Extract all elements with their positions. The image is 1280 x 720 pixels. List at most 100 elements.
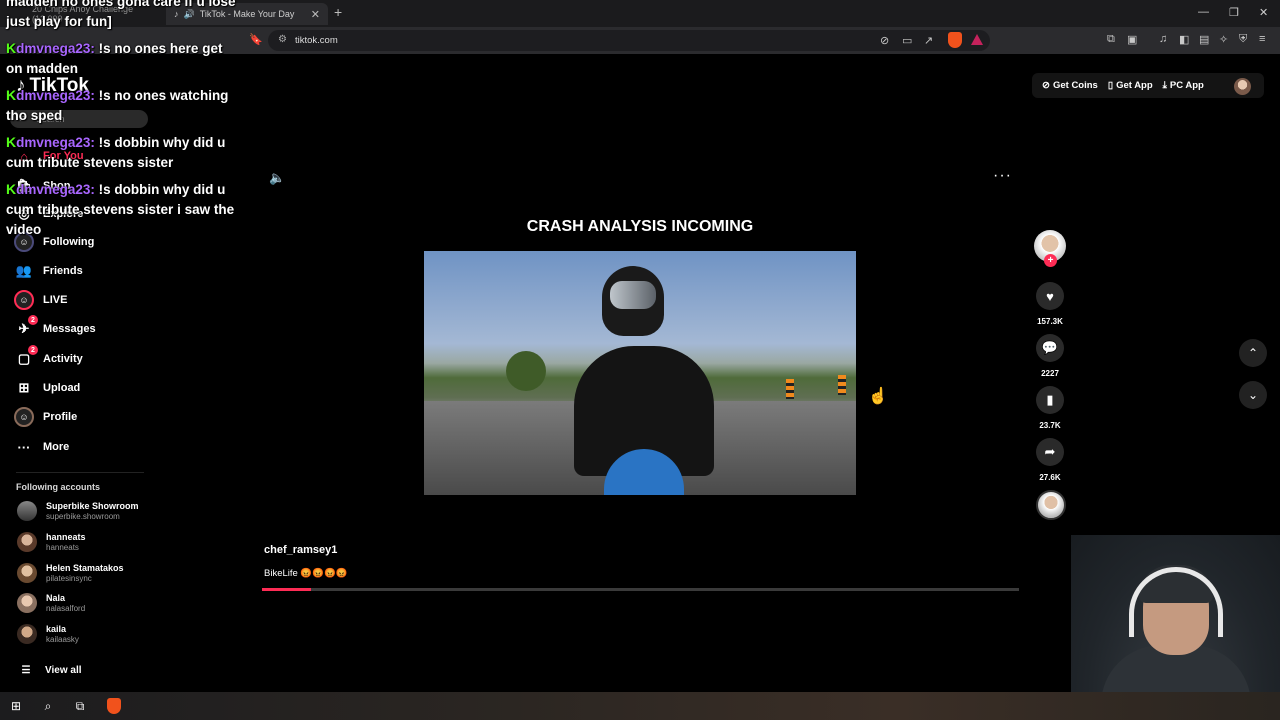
save-button[interactable]: ▮ bbox=[1036, 386, 1064, 414]
sidebar-item-upload[interactable]: ⊞ Upload bbox=[14, 378, 81, 398]
avatar bbox=[17, 593, 37, 613]
search-icon[interactable]: ⌕ bbox=[40, 698, 56, 714]
restore-icon[interactable]: ❐ bbox=[1229, 6, 1239, 19]
following-account[interactable]: kaila kailaasky bbox=[17, 620, 79, 648]
heart-icon: ♥ bbox=[1046, 288, 1054, 304]
sound-avatar[interactable] bbox=[1036, 490, 1066, 520]
sidebar-toggle-icon[interactable]: ◧ bbox=[1179, 33, 1189, 46]
cast-icon[interactable]: ▭ bbox=[902, 34, 912, 47]
sidebar-item-activity[interactable]: ▢ 2 Activity bbox=[14, 345, 83, 369]
avatar bbox=[17, 563, 37, 583]
next-video-button[interactable]: ⌄ bbox=[1239, 381, 1267, 409]
following-account[interactable]: hanneats hanneats bbox=[17, 528, 86, 556]
brave-shields-icon[interactable] bbox=[948, 32, 962, 48]
view-all-label: View all bbox=[45, 664, 82, 676]
previous-video-button[interactable]: ⌃ bbox=[1239, 339, 1267, 367]
following-account[interactable]: Superbike Showroom superbike.showroom bbox=[17, 497, 139, 525]
video-tree bbox=[506, 351, 546, 391]
account-handle: hanneats bbox=[46, 542, 79, 552]
brave-rewards-icon[interactable] bbox=[971, 34, 983, 45]
sidebar-item-live[interactable]: ☺ LIVE bbox=[14, 290, 67, 310]
minimize-icon[interactable]: — bbox=[1198, 6, 1209, 18]
webcam-overlay bbox=[1071, 535, 1280, 692]
close-tab-icon[interactable]: ✕ bbox=[311, 8, 320, 21]
window-close-icon[interactable]: ✕ bbox=[1259, 6, 1268, 19]
sidebar-item-label: Messages bbox=[43, 323, 96, 335]
like-button[interactable]: ♥ bbox=[1036, 282, 1064, 310]
video-progress-bar[interactable] bbox=[262, 588, 1019, 591]
user-avatar[interactable] bbox=[1234, 78, 1251, 95]
top-actions-bar: ⊘ Get Coins ▯ Get App ⤓ PC App bbox=[1032, 73, 1264, 98]
phone-icon: ▯ bbox=[1107, 80, 1114, 91]
comment-button[interactable]: 💬 bbox=[1036, 334, 1064, 362]
sidebar-item-label: More bbox=[43, 441, 70, 453]
url-text: tiktok.com bbox=[295, 35, 338, 46]
chevron-down-icon: ⌄ bbox=[1247, 388, 1259, 402]
kick-badge-icon: K bbox=[6, 87, 17, 103]
windows-taskbar: ⊞ ⌕ ⧉ bbox=[0, 692, 1280, 720]
messages-badge: 2 bbox=[28, 315, 38, 325]
sidebar-item-label: Profile bbox=[43, 411, 78, 423]
video-author[interactable]: chef_ramsey1 bbox=[264, 544, 337, 556]
media-controls-icon[interactable]: ♫ bbox=[1159, 33, 1167, 45]
following-account[interactable]: Helen Stamatakos pilatesinsync bbox=[17, 559, 124, 587]
sidebar-item-profile[interactable]: ☺ Profile bbox=[14, 407, 77, 427]
view-all-link[interactable]: ☰ View all bbox=[16, 660, 82, 680]
sidebar-item-label: Friends bbox=[43, 265, 83, 277]
kick-badge-icon: K bbox=[6, 134, 17, 150]
sidebar-item-friends[interactable]: 👥 Friends bbox=[14, 261, 83, 281]
windows-start-icon[interactable]: ⊞ bbox=[8, 698, 24, 714]
share-arrow-icon: ➦ bbox=[1044, 444, 1056, 459]
following-accounts-title: Following accounts bbox=[16, 482, 101, 492]
account-handle: pilatesinsync bbox=[46, 573, 92, 583]
messages-icon: ✈ 2 bbox=[14, 315, 38, 339]
new-tab-button[interactable]: + bbox=[334, 4, 342, 20]
avatar bbox=[17, 501, 37, 521]
follow-plus-icon[interactable]: + bbox=[1044, 254, 1057, 267]
bookmark-icon[interactable]: 🔖 bbox=[249, 33, 263, 46]
chat-username: dmvnega23: bbox=[16, 41, 95, 56]
share-icon[interactable]: ↗ bbox=[924, 34, 933, 47]
url-field[interactable]: ⚙ tiktok.com ⊘ ▭ ↗ bbox=[268, 30, 990, 51]
tab-search-icon[interactable]: ▣ bbox=[1127, 33, 1137, 46]
list-icon: ☰ bbox=[21, 664, 31, 676]
task-view-icon[interactable]: ⧉ bbox=[72, 698, 88, 714]
chat-message: Kdmvnega23: !s no ones watching tho sped bbox=[6, 85, 241, 126]
sidebar-item-messages[interactable]: ✈ 2 Messages bbox=[14, 315, 96, 339]
stream-chat-overlay: madden no ones gona care if u lose just … bbox=[6, 0, 241, 246]
sidebar-item-more[interactable]: ··· More bbox=[14, 437, 70, 457]
get-app-button[interactable]: ▯ Get App bbox=[1108, 80, 1153, 91]
extensions-icon[interactable]: ⧉ bbox=[1107, 33, 1115, 46]
site-settings-icon[interactable]: ⚙ bbox=[278, 34, 287, 45]
chat-username: dmvnega23: bbox=[16, 182, 95, 197]
video-title: CRASH ANALYSIS INCOMING bbox=[526, 218, 754, 235]
chat-message: madden no ones gona care if u lose just … bbox=[6, 0, 241, 32]
get-app-label: Get App bbox=[1116, 80, 1153, 91]
download-icon: ⤓ bbox=[1162, 80, 1167, 91]
volume-icon[interactable]: 🔈 bbox=[269, 170, 285, 186]
kick-badge-icon: K bbox=[6, 181, 17, 197]
video-visor bbox=[610, 281, 656, 309]
chevron-up-icon: ⌃ bbox=[1247, 346, 1259, 360]
wallet-icon[interactable]: ▤ bbox=[1199, 33, 1209, 46]
account-name: kaila bbox=[46, 623, 67, 634]
following-account[interactable]: Nala nalasalford bbox=[17, 589, 85, 617]
pc-app-label: PC App bbox=[1169, 80, 1204, 91]
account-name: hanneats bbox=[46, 531, 86, 542]
friends-icon: 👥 bbox=[15, 263, 33, 278]
pc-app-button[interactable]: ⤓ PC App bbox=[1163, 80, 1204, 91]
brave-browser-icon[interactable] bbox=[107, 698, 121, 714]
upload-icon: ⊞ bbox=[18, 380, 30, 395]
sidebar-divider bbox=[16, 472, 144, 473]
share-button[interactable]: ➦ bbox=[1036, 438, 1064, 466]
menu-icon[interactable]: ≡ bbox=[1259, 33, 1265, 45]
more-options-icon[interactable]: ··· bbox=[993, 167, 1012, 185]
share-count: 27.6K bbox=[1039, 473, 1061, 482]
traffic-cone bbox=[786, 379, 794, 399]
camera-off-icon[interactable]: ⊘ bbox=[880, 34, 889, 47]
chat-username: dmvnega23: bbox=[16, 88, 95, 103]
video-player[interactable] bbox=[424, 251, 856, 495]
leo-ai-icon[interactable]: ✧ bbox=[1219, 33, 1228, 46]
get-coins-button[interactable]: ⊘ Get Coins bbox=[1042, 80, 1098, 91]
vpn-icon[interactable]: ⛨ bbox=[1239, 33, 1247, 46]
